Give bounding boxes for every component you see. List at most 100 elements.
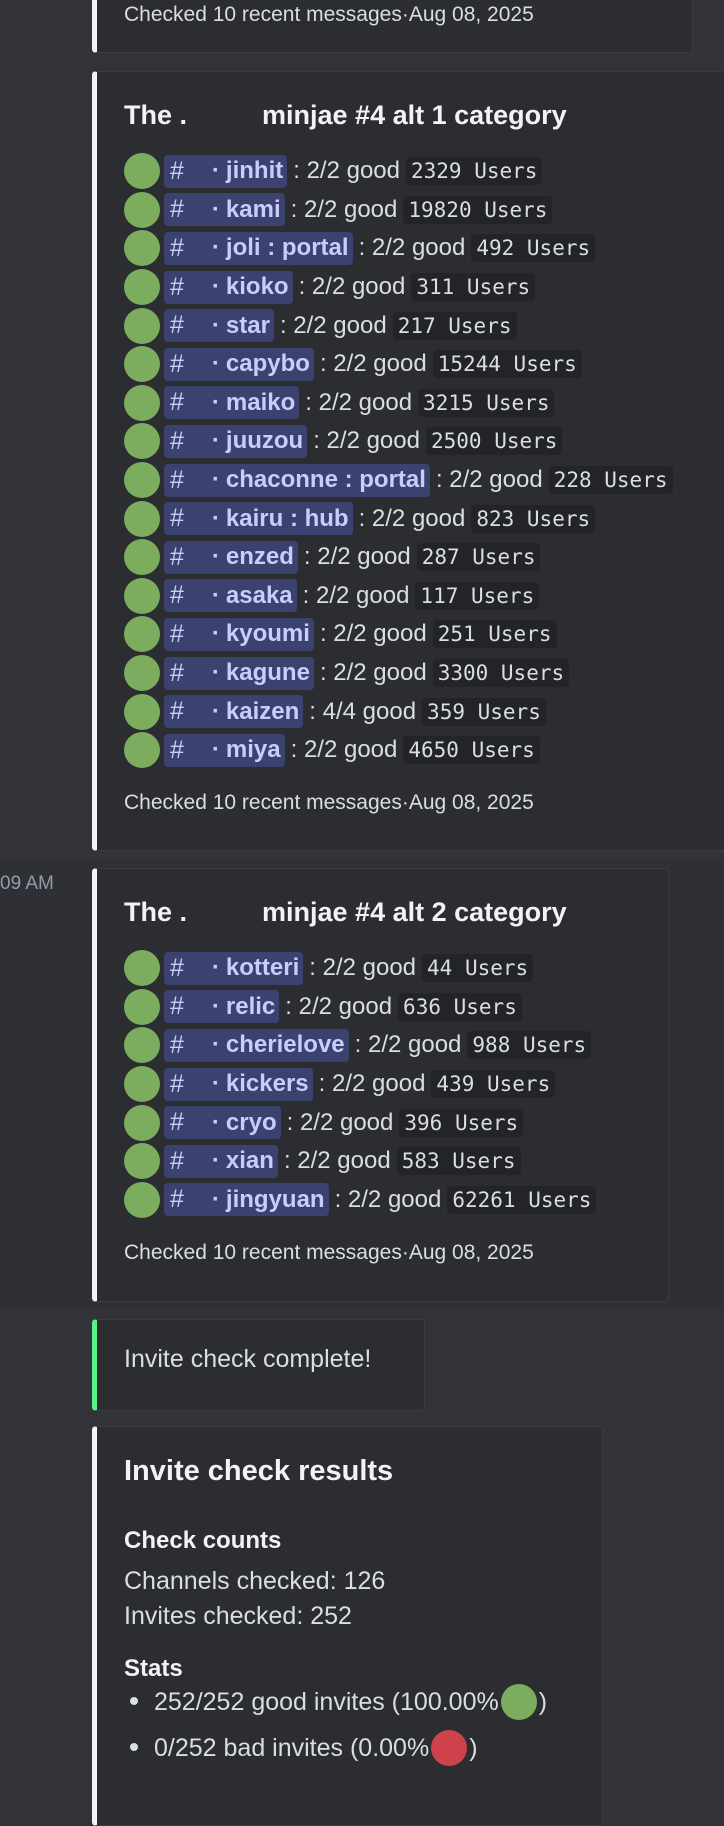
channel-row: # · cherielove: 2/2 good 988 Users xyxy=(124,1026,596,1065)
channel-row: # · kairu : hub: 2/2 good 823 Users xyxy=(124,499,673,538)
invite-status: : 2/2 good xyxy=(298,273,406,301)
good-invites-stat: 252/252 good invites (100.00% ) xyxy=(129,1684,547,1720)
separator-dot: · xyxy=(211,1108,220,1136)
channel-mention[interactable]: # · kagune xyxy=(164,656,314,690)
channel-mention[interactable]: # · enzed xyxy=(164,540,298,574)
category-embed-alt2: The . minjae #4 alt 2 category # · kotteri:… xyxy=(92,868,669,1302)
user-count: 251 Users xyxy=(432,620,557,649)
good-invites-text: 252/252 good invites (100.00% xyxy=(154,1687,499,1716)
invite-status: : 2/2 good xyxy=(293,157,400,185)
channel-mention[interactable]: # · star xyxy=(164,309,274,343)
invite-status: : 4/4 good xyxy=(309,697,417,725)
channel-row: # · miya: 2/2 good 4650 Users xyxy=(124,731,673,770)
channel-mention[interactable]: # · jingyuan xyxy=(164,1183,329,1217)
channel-name: maiko xyxy=(225,388,296,416)
embed-title: The . minjae #4 alt 1 category xyxy=(124,100,567,131)
channel-mention[interactable]: # · kioko xyxy=(164,270,293,304)
hash-icon: # xyxy=(170,1146,184,1175)
channel-name: kairu : hub xyxy=(225,504,349,532)
channel-row: # · chaconne : portal: 2/2 good 228 Users xyxy=(124,461,673,500)
channel-mention[interactable]: # · cherielove xyxy=(164,1028,349,1062)
user-count: 217 Users xyxy=(392,311,517,340)
channel-row: # · kagune: 2/2 good 3300 Users xyxy=(124,654,673,693)
invite-status: : 2/2 good xyxy=(318,1070,426,1098)
channel-list: # · kotteri: 2/2 good 44 Users # · relic: 2/2 … xyxy=(124,949,597,1219)
channel-mention[interactable]: # · capybo xyxy=(164,347,314,381)
hash-icon: # xyxy=(170,697,184,726)
channel-name: kagune xyxy=(225,659,310,687)
invite-status: : 2/2 good xyxy=(354,1031,462,1059)
hash-icon: # xyxy=(170,1185,184,1214)
channel-mention[interactable]: # · miya xyxy=(164,733,285,767)
channel-name: kyoumi xyxy=(225,620,310,648)
channel-row: # · juuzou: 2/2 good 2500 Users xyxy=(124,422,673,461)
hash-icon: # xyxy=(170,388,184,417)
green-circle-icon xyxy=(124,655,160,692)
stats-heading: Stats xyxy=(124,1655,183,1682)
channel-row: # · kioko: 2/2 good 311 Users xyxy=(124,268,673,307)
invite-status: : 2/2 good xyxy=(334,1185,442,1213)
channel-mention[interactable]: # · cryo xyxy=(164,1106,281,1140)
green-circle-icon xyxy=(124,577,160,614)
complete-text: Invite check complete! xyxy=(124,1345,372,1373)
channel-row: # · capybo: 2/2 good 15244 Users xyxy=(124,345,673,384)
separator-dot: · xyxy=(211,350,220,378)
channel-mention[interactable]: # · kotteri xyxy=(164,951,304,985)
separator-dot: · xyxy=(211,466,220,494)
message-timestamp: 09 AM xyxy=(0,873,54,894)
green-circle-icon xyxy=(124,693,160,730)
channel-name: cryo xyxy=(225,1108,277,1136)
channel-mention[interactable]: # · chaconne : portal xyxy=(164,463,430,497)
title-prefix: The . xyxy=(124,100,188,130)
invite-status: : 2/2 good xyxy=(313,427,420,455)
green-circle-icon xyxy=(124,346,160,383)
embed-title: The . minjae #4 alt 2 category xyxy=(124,897,567,928)
channel-row: # · xian: 2/2 good 583 Users xyxy=(124,1142,596,1181)
channel-name: asaka xyxy=(225,581,293,609)
embed-footer: Checked 10 recent messages·Aug 08, 2025 xyxy=(124,1241,534,1264)
channel-mention[interactable]: # · maiko xyxy=(164,386,300,420)
green-circle-icon xyxy=(124,732,160,769)
title-suffix: minjae #4 alt 1 category xyxy=(262,100,567,130)
channel-mention[interactable]: # · xian xyxy=(164,1144,278,1178)
channel-mention[interactable]: # · kami xyxy=(164,193,285,227)
invite-status: : 2/2 good xyxy=(302,581,410,609)
channel-mention[interactable]: # · juuzou xyxy=(164,424,308,458)
hash-icon: # xyxy=(170,953,184,982)
user-count: 44 Users xyxy=(422,954,534,983)
title-suffix: minjae #4 alt 2 category xyxy=(262,897,567,927)
channel-mention[interactable]: # · kickers xyxy=(164,1067,313,1101)
channel-mention[interactable]: # · jinhit xyxy=(164,154,288,188)
green-circle-icon xyxy=(124,1181,160,1218)
channel-mention[interactable]: # · kyoumi xyxy=(164,617,314,651)
hash-icon: # xyxy=(170,1069,184,1098)
separator-dot: · xyxy=(211,1147,220,1175)
hash-icon: # xyxy=(170,992,184,1021)
channel-mention[interactable]: # · asaka xyxy=(164,579,297,613)
separator-dot: · xyxy=(211,157,220,185)
user-count: 287 Users xyxy=(416,543,541,572)
user-count: 583 Users xyxy=(396,1147,521,1176)
channel-mention[interactable]: # · kaizen xyxy=(164,695,304,729)
channel-mention[interactable]: # · relic xyxy=(164,990,280,1024)
green-circle-icon xyxy=(124,423,160,460)
separator-dot: · xyxy=(211,954,220,982)
channel-row: # · jinhit: 2/2 good 2329 Users xyxy=(124,152,673,191)
channel-row: # · kickers: 2/2 good 439 Users xyxy=(124,1065,596,1104)
green-circle-icon xyxy=(124,462,160,499)
channel-name: chaconne : portal xyxy=(225,466,426,494)
channel-mention[interactable]: # · joli : portal xyxy=(164,231,353,265)
green-circle-icon xyxy=(124,500,160,537)
invite-status: : 2/2 good xyxy=(319,620,427,648)
user-count: 3300 Users xyxy=(432,659,570,688)
channel-row: # · joli : portal: 2/2 good 492 Users xyxy=(124,229,673,268)
channel-mention[interactable]: # · kairu : hub xyxy=(164,502,353,536)
separator-dot: · xyxy=(211,195,220,223)
channel-name: relic xyxy=(225,992,276,1020)
green-circle-icon xyxy=(124,539,160,576)
separator-dot: · xyxy=(211,427,220,455)
channel-row: # · kyoumi: 2/2 good 251 Users xyxy=(124,615,673,654)
embed-footer: Checked 10 recent messages·Aug 08, 2025 xyxy=(124,3,534,26)
green-circle-icon xyxy=(124,230,160,267)
user-count: 636 Users xyxy=(398,992,522,1021)
